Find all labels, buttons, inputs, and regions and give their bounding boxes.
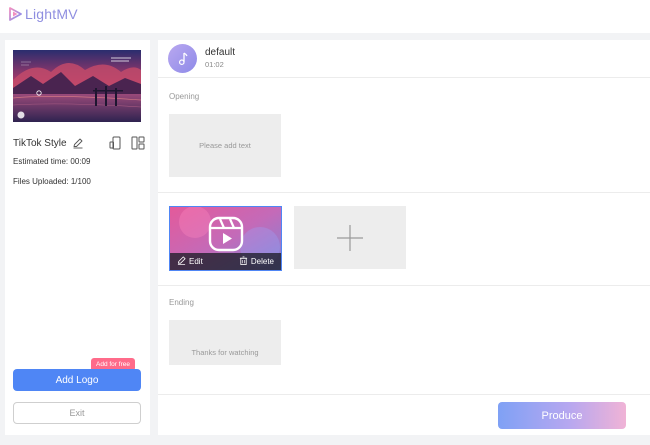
pencil-icon[interactable] xyxy=(72,137,84,149)
app-brand-name: LightMV xyxy=(25,6,78,22)
add-media-card[interactable] xyxy=(294,206,406,269)
clip-delete-button[interactable]: Delete xyxy=(239,256,274,267)
produce-button[interactable]: Produce xyxy=(498,402,626,429)
ending-section-label: Ending xyxy=(169,298,194,307)
pencil-icon xyxy=(177,256,186,267)
clip-action-bar: Edit Delete xyxy=(170,253,281,270)
trash-icon xyxy=(239,256,248,267)
ending-text: Thanks for watching xyxy=(191,348,259,357)
estimated-time: Estimated time: 00:09 xyxy=(13,157,91,166)
plus-icon xyxy=(336,224,364,257)
opening-text-card[interactable]: Please add text xyxy=(169,114,281,177)
add-logo-button[interactable]: Add Logo xyxy=(13,369,141,391)
play-triangle-logo-icon xyxy=(8,7,22,21)
top-header: LightMV xyxy=(0,0,650,33)
editor-footer: Produce xyxy=(158,394,650,435)
ending-text-card[interactable]: Thanks for watching xyxy=(169,320,281,365)
style-preview-thumbnail[interactable] xyxy=(13,50,141,122)
section-divider xyxy=(158,192,650,193)
style-name-row: TikTok Style xyxy=(13,134,145,152)
portrait-phone-icon[interactable] xyxy=(109,136,123,150)
music-track-row[interactable]: default 01:02 xyxy=(158,40,650,78)
estimated-time-value: 00:09 xyxy=(70,157,91,166)
style-sidebar: TikTok Style Estimated time: 00:09 Files… xyxy=(5,40,150,435)
files-uploaded: Files Uploaded: 1/100 xyxy=(13,177,91,186)
music-duration: 01:02 xyxy=(205,60,224,69)
files-uploaded-value: 1/100 xyxy=(70,177,91,186)
section-divider xyxy=(158,285,650,286)
editor-panel: default 01:02 Opening Please add text Ed… xyxy=(158,40,650,435)
reels-play-icon xyxy=(208,216,244,257)
app-logo[interactable]: LightMV xyxy=(8,6,78,22)
music-title: default xyxy=(205,47,236,58)
clip-edit-button[interactable]: Edit xyxy=(177,256,203,267)
style-name: TikTok Style xyxy=(13,137,67,149)
opening-placeholder: Please add text xyxy=(199,141,251,150)
music-note-icon xyxy=(168,44,197,73)
opening-section-label: Opening xyxy=(169,92,200,101)
layout-grid-icon[interactable] xyxy=(131,136,145,150)
media-clip-card[interactable]: Edit Delete xyxy=(169,206,282,271)
exit-button[interactable]: Exit xyxy=(13,402,141,424)
